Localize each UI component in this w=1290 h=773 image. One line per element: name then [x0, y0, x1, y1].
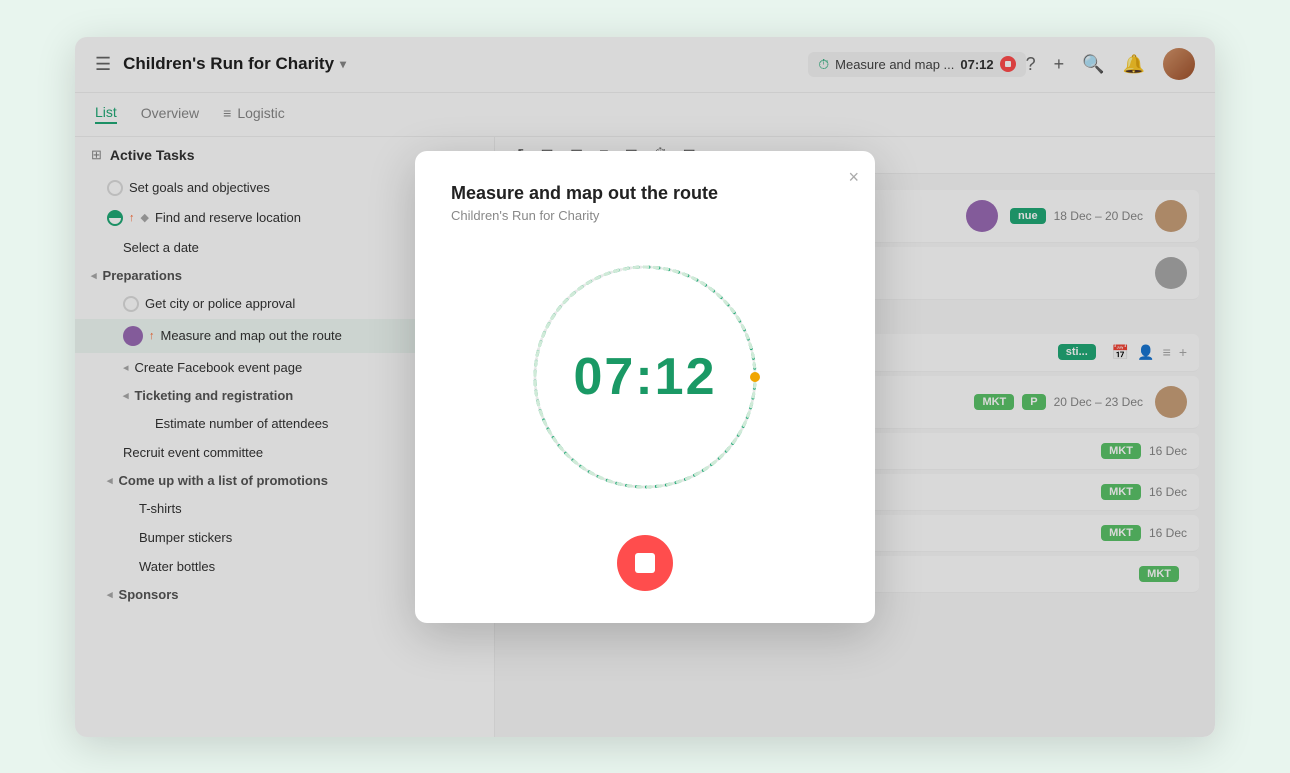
- timer-display: 07:12: [574, 347, 717, 407]
- timer-modal: Measure and map out the route Children's…: [415, 151, 875, 623]
- modal-overlay: Measure and map out the route Children's…: [75, 37, 1215, 737]
- app-window: ☰ Children's Run for Charity ▾ ⏱ Measure…: [75, 37, 1215, 737]
- modal-close-button[interactable]: ×: [848, 167, 859, 188]
- stop-timer-button[interactable]: [617, 535, 673, 591]
- stop-icon: [635, 553, 655, 573]
- modal-header: Measure and map out the route Children's…: [451, 183, 839, 223]
- modal-title: Measure and map out the route: [451, 183, 839, 204]
- timer-circle: 07:12: [515, 247, 775, 507]
- modal-subtitle: Children's Run for Charity: [451, 208, 839, 223]
